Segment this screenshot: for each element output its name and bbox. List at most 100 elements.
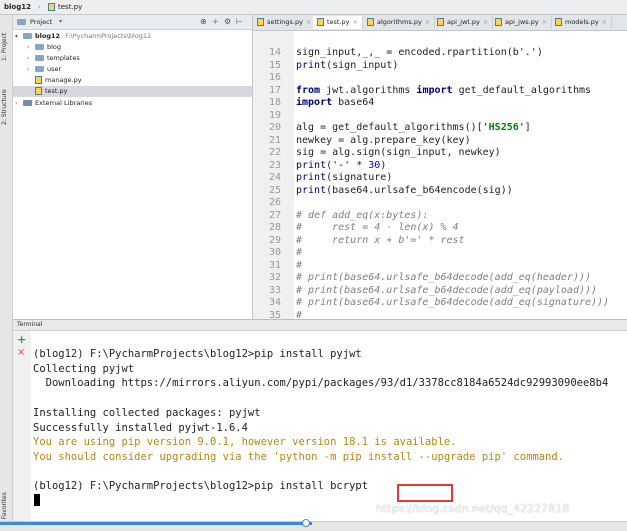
code-line[interactable]: print(base64.urlsafe_b64encode(sig)) bbox=[296, 185, 513, 196]
expand-arrow-icon: › bbox=[15, 100, 18, 107]
python-file-icon bbox=[555, 18, 562, 26]
code-line[interactable]: # print(base64.urlsafe_b64decode(add_eq(… bbox=[296, 297, 609, 308]
add-session-icon[interactable]: + bbox=[17, 333, 26, 346]
code-line[interactable]: # return x + b'=' * rest bbox=[296, 235, 465, 246]
chevron-down-icon[interactable]: ▾ bbox=[59, 18, 62, 25]
code-editor[interactable]: sign_input,_,_ = encoded.rpartition(b'.'… bbox=[294, 31, 627, 319]
tree-item-label: External Libraries bbox=[35, 99, 93, 107]
code-line[interactable]: sig = alg.sign(sign_input, newkey) bbox=[296, 147, 501, 158]
python-file-icon bbox=[495, 18, 502, 26]
tab-label: models.py bbox=[565, 18, 599, 26]
line-number: 17 bbox=[268, 84, 281, 96]
progress-handle[interactable] bbox=[302, 519, 310, 527]
tab-api-jws-py[interactable]: api_jws.py × bbox=[491, 16, 553, 29]
tree-item-label: user bbox=[47, 65, 62, 73]
collapse-icon[interactable]: ÷ bbox=[212, 17, 219, 26]
line-number: 30 bbox=[268, 247, 281, 258]
close-icon[interactable]: × bbox=[602, 18, 607, 26]
code-line[interactable]: import base64 bbox=[296, 97, 374, 108]
code-line[interactable]: newkey = alg.prepare_key(key) bbox=[296, 135, 471, 146]
close-icon[interactable]: × bbox=[425, 18, 430, 26]
breadcrumb-file[interactable]: test.py bbox=[48, 3, 82, 11]
project-panel-header: Project ▾ ⊕ ÷ ⚙ ⊢ bbox=[13, 15, 252, 30]
code-token: base64 bbox=[332, 97, 375, 108]
code-line[interactable]: # bbox=[296, 260, 302, 271]
tree-item-user[interactable]: › user bbox=[27, 64, 61, 75]
line-number: 25 bbox=[268, 184, 281, 196]
code-line[interactable]: print(sign_input) bbox=[296, 60, 398, 71]
tree-item-templates[interactable]: › templates bbox=[27, 53, 80, 64]
tab-test-py[interactable]: test.py × bbox=[313, 16, 363, 29]
code-line[interactable]: sign_input,_,_ = encoded.rpartition(b'.'… bbox=[296, 47, 543, 58]
code-line[interactable]: # def add_eq(x:bytes): bbox=[296, 210, 428, 221]
code-token: # return x + b'=' * rest bbox=[296, 234, 465, 246]
close-icon[interactable]: × bbox=[483, 18, 488, 26]
tab-models-py[interactable]: models.py × bbox=[551, 16, 613, 29]
gear-icon[interactable]: ⚙ bbox=[224, 17, 231, 26]
tab-settings-py[interactable]: settings.py × bbox=[253, 16, 317, 29]
tree-root-label: blog12 bbox=[35, 32, 61, 40]
tree-item-manage-py[interactable]: manage.py bbox=[35, 75, 82, 86]
close-session-icon[interactable]: × bbox=[17, 347, 25, 358]
tab-favorites[interactable]: 2: Favorites bbox=[1, 477, 11, 527]
close-icon[interactable]: × bbox=[353, 18, 358, 26]
python-file-icon bbox=[317, 18, 324, 26]
code-token: # print(base64.urlsafe_b64decode(add_eq(… bbox=[296, 272, 592, 283]
expand-arrow-icon: ▾ bbox=[15, 33, 19, 40]
code-line[interactable]: # bbox=[296, 310, 302, 320]
line-number: 31 bbox=[268, 259, 281, 271]
code-token: (base64.urlsafe_b64encode(sig)) bbox=[326, 184, 513, 196]
code-line[interactable]: # rest = 4 - len(x) % 4 bbox=[296, 222, 459, 233]
code-line[interactable]: # print(base64.urlsafe_b64decode(add_eq(… bbox=[296, 272, 591, 283]
terminal-line: You should consider upgrading via the 'p… bbox=[33, 450, 565, 463]
line-number: 20 bbox=[268, 122, 281, 133]
code-line[interactable]: print(signature) bbox=[296, 172, 392, 183]
tab-label: settings.py bbox=[267, 18, 303, 26]
sync-icon[interactable]: ⊕ bbox=[200, 17, 207, 26]
code-token: # print(base64.urlsafe_b64decode(add_eq(… bbox=[296, 284, 598, 296]
terminal-title: Terminal bbox=[17, 321, 43, 328]
expand-arrow-icon: › bbox=[27, 66, 30, 73]
code-line[interactable]: print('-' * 30) bbox=[296, 160, 386, 171]
code-line[interactable]: # print(base64.urlsafe_b64decode(add_eq(… bbox=[296, 285, 597, 296]
code-line[interactable]: alg = get_default_algorithms()['HS256'] bbox=[296, 122, 531, 133]
code-token: alg = get_default_algorithms()[ bbox=[296, 122, 483, 133]
tab-project[interactable]: 1: Project bbox=[1, 21, 11, 61]
terminal-output[interactable]: https://blog.csdn.net/qq_42227818 (blog1… bbox=[31, 331, 627, 521]
line-number: 18 bbox=[268, 97, 281, 108]
tree-root[interactable]: ▾ blog12 F:\PycharmProjects\blog12 bbox=[15, 31, 151, 42]
code-token: ) bbox=[380, 159, 387, 171]
breadcrumb-project[interactable]: blog12 bbox=[4, 3, 31, 11]
code-token: newkey = alg.prepare_key(key) bbox=[296, 134, 471, 146]
code-token: from bbox=[296, 84, 321, 96]
tab-structure[interactable]: 2: Structure bbox=[1, 75, 11, 125]
code-token: # print(base64.urlsafe_b64decode(add_eq(… bbox=[296, 297, 610, 308]
close-icon[interactable]: × bbox=[542, 18, 547, 26]
terminal-toolbar: + × bbox=[13, 331, 32, 521]
python-file-icon bbox=[257, 18, 264, 26]
tree-item-blog[interactable]: › blog bbox=[27, 42, 61, 53]
code-token: sign_input,_,_ = encoded.rpartition(b'.'… bbox=[296, 47, 543, 58]
code-line[interactable]: from jwt.algorithms import get_default_a… bbox=[296, 85, 591, 96]
highlight-box bbox=[397, 484, 453, 502]
tree-item-label: templates bbox=[47, 54, 80, 62]
terminal-line: Installing collected packages: pyjwt bbox=[33, 406, 261, 419]
tree-item-test-py[interactable]: test.py bbox=[13, 86, 252, 97]
terminal-cursor bbox=[34, 494, 40, 506]
code-token: # def add_eq(x:bytes): bbox=[296, 209, 429, 221]
tab-algorithms-py[interactable]: algorithms.py × bbox=[363, 16, 436, 29]
line-number-gutter: 14 15 16 17 18 19 20 21 22 23 24 25 26 27 28 29 30 31 32 33… bbox=[253, 31, 295, 321]
code-token: jwt.algorithms bbox=[320, 84, 417, 96]
tree-root-path: F:\PycharmProjects\blog12 bbox=[65, 32, 152, 40]
tree-item-label: blog bbox=[47, 43, 62, 51]
line-number: 19 bbox=[268, 109, 281, 121]
tab-api-jwt-py[interactable]: api_jwt.py × bbox=[433, 16, 494, 29]
tree-item-external-libraries[interactable]: › External Libraries bbox=[15, 98, 92, 109]
code-token: 'HS256' bbox=[482, 122, 525, 133]
close-icon[interactable]: × bbox=[306, 18, 311, 26]
folder-icon bbox=[35, 55, 44, 61]
code-token: sig = alg.sign(sign_input, newkey) bbox=[296, 147, 501, 158]
hide-icon[interactable]: ⊢ bbox=[236, 17, 243, 26]
project-view-selector[interactable]: Project bbox=[30, 18, 52, 26]
code-line[interactable]: # bbox=[296, 247, 302, 258]
